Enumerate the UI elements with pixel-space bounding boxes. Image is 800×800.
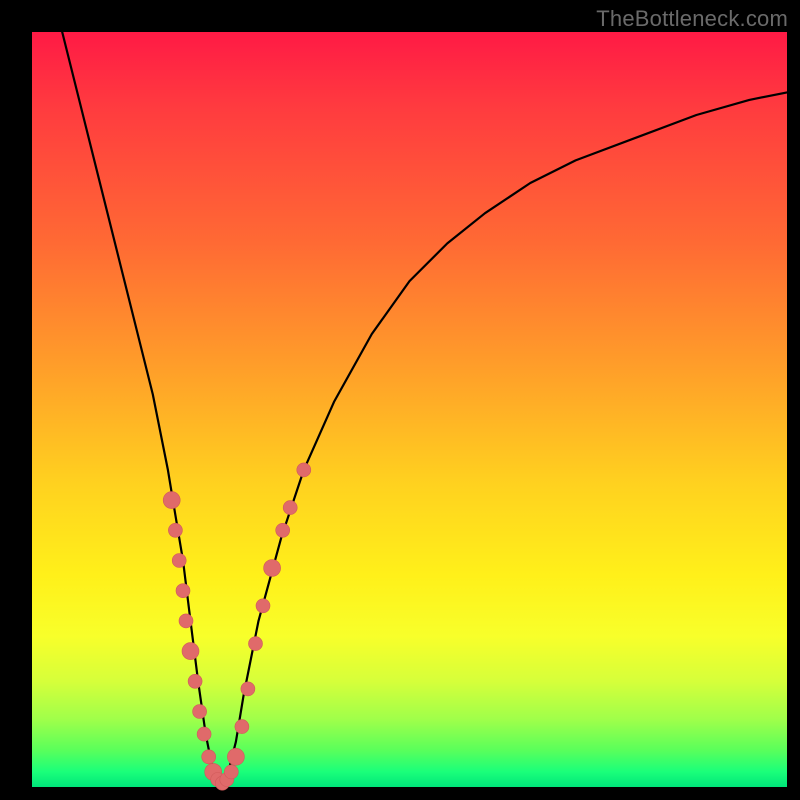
data-point: [197, 727, 211, 741]
data-point: [283, 501, 297, 515]
chart-frame: TheBottleneck.com: [0, 0, 800, 800]
data-point: [227, 748, 244, 765]
data-point: [297, 463, 311, 477]
data-point: [176, 584, 190, 598]
data-point: [202, 750, 216, 764]
data-point: [264, 560, 281, 577]
bottleneck-curve: [62, 32, 787, 787]
data-point: [179, 614, 193, 628]
data-point: [241, 682, 255, 696]
data-point: [235, 720, 249, 734]
data-point: [256, 599, 270, 613]
curve-svg: [32, 32, 787, 787]
plot-area: [32, 32, 787, 787]
data-point: [172, 554, 186, 568]
data-point: [276, 523, 290, 537]
data-point: [182, 643, 199, 660]
watermark-text: TheBottleneck.com: [596, 6, 788, 32]
data-point: [188, 674, 202, 688]
data-point: [193, 705, 207, 719]
data-point: [249, 637, 263, 651]
data-point: [224, 765, 238, 779]
data-point: [168, 523, 182, 537]
data-point: [163, 492, 180, 509]
